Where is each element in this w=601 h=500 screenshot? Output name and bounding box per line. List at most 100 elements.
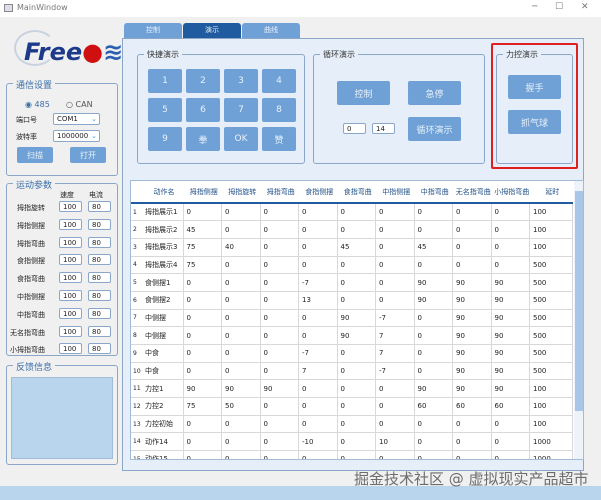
table-cell[interactable]: 0 xyxy=(298,397,338,416)
table-row[interactable]: 12 力控2 75 50 0 0 0 0 60 60 60 100 xyxy=(131,397,573,416)
current-input[interactable]: 80 xyxy=(88,343,111,355)
table-cell[interactable]: 0 xyxy=(298,379,338,399)
table-cell[interactable]: 90 xyxy=(491,362,530,381)
table-cell[interactable]: 0 xyxy=(260,273,299,292)
table-cell[interactable]: 0 xyxy=(337,344,376,363)
table-row[interactable]: 10 中食 0 0 0 7 0 -7 0 90 90 500 xyxy=(131,362,573,381)
table-row[interactable]: 13 力控初始 0 0 0 0 0 0 0 0 0 100 xyxy=(131,415,573,434)
table-cell[interactable]: 0 xyxy=(221,309,261,328)
table-row[interactable]: 6 食侧摆2 0 0 0 13 0 0 90 90 90 500 xyxy=(131,291,573,310)
table-cell[interactable]: 60 xyxy=(414,397,453,416)
table-cell[interactable]: 0 xyxy=(260,220,299,239)
table-cell[interactable]: 0 xyxy=(221,256,261,275)
table-cell[interactable]: 500 xyxy=(529,326,573,345)
tab-curve[interactable]: 曲线 xyxy=(242,23,300,38)
table-cell[interactable]: 0 xyxy=(491,256,530,275)
table-cell[interactable]: 0 xyxy=(260,203,299,222)
table-cell[interactable]: 0 xyxy=(260,397,299,416)
column-header[interactable]: 拇指旋转 xyxy=(221,181,260,204)
table-cell[interactable]: 500 xyxy=(529,344,573,363)
open-button[interactable]: 打开 xyxy=(70,147,106,163)
table-cell[interactable]: 0 xyxy=(452,238,492,257)
speed-input[interactable]: 100 xyxy=(59,201,82,212)
quick-demo-button[interactable]: OK xyxy=(224,127,258,151)
table-cell[interactable]: 0 xyxy=(298,220,338,239)
table-cell[interactable]: 0 xyxy=(260,344,299,363)
table-row[interactable]: 9 中食 0 0 0 -7 0 7 0 90 90 500 xyxy=(131,344,573,363)
table-cell[interactable]: 0 xyxy=(337,220,376,239)
table-cell[interactable]: 0 xyxy=(183,432,222,452)
table-cell[interactable]: 90 xyxy=(337,309,376,328)
table-cell[interactable]: 拇指展示2 xyxy=(142,220,184,239)
table-cell[interactable]: 90 xyxy=(452,291,492,310)
table-cell[interactable]: 7 xyxy=(298,362,338,381)
table-cell[interactable]: 100 xyxy=(529,238,573,257)
speed-input[interactable]: 100 xyxy=(59,254,82,266)
table-cell[interactable]: 0 xyxy=(337,450,376,459)
table-cell[interactable]: 90 xyxy=(452,326,492,345)
speed-input[interactable]: 100 xyxy=(59,218,82,230)
table-cell[interactable]: 中侧摆 xyxy=(142,326,184,345)
table-cell[interactable]: 75 xyxy=(183,238,222,257)
table-cell[interactable]: 0 xyxy=(375,450,415,459)
table-cell[interactable]: 0 xyxy=(260,362,299,381)
table-cell[interactable]: 力控2 xyxy=(142,397,184,416)
table-cell[interactable]: 0 xyxy=(183,450,222,459)
current-input[interactable]: 80 xyxy=(88,218,111,230)
column-header[interactable]: 小拇指弯曲 xyxy=(491,181,530,204)
table-cell[interactable]: 拇指展示4 xyxy=(142,256,184,275)
table-row[interactable]: 1 拇指展示1 0 0 0 0 0 0 0 0 0 100 xyxy=(131,203,573,222)
table-cell[interactable]: 90 xyxy=(221,379,261,399)
column-header[interactable]: 无名指弯曲 xyxy=(452,181,491,204)
table-cell[interactable]: 13 xyxy=(298,291,338,310)
table-cell[interactable]: 100 xyxy=(529,203,573,222)
table-cell[interactable]: 0 xyxy=(414,203,453,222)
feedback-textarea[interactable] xyxy=(11,377,113,459)
table-cell[interactable]: 0 xyxy=(414,309,453,328)
table-cell[interactable]: 0 xyxy=(414,344,453,363)
current-input[interactable]: 80 xyxy=(88,290,111,301)
table-cell[interactable]: 0 xyxy=(337,273,376,292)
table-cell[interactable]: 500 xyxy=(529,309,573,328)
table-row[interactable]: 8 中侧摆 0 0 0 0 90 7 0 90 90 500 xyxy=(131,326,573,345)
table-cell[interactable]: 0 xyxy=(221,326,261,345)
table-cell[interactable]: 0 xyxy=(183,362,222,381)
quick-demo-button[interactable]: 拳 xyxy=(186,127,220,151)
table-cell[interactable]: 食侧摆2 xyxy=(142,291,184,310)
speed-input[interactable]: 100 xyxy=(59,290,82,301)
table-cell[interactable]: 0 xyxy=(375,397,415,416)
tab-control[interactable]: 控制 xyxy=(124,23,182,38)
table-cell[interactable]: 0 xyxy=(260,309,299,328)
table-cell[interactable]: 0 xyxy=(260,415,299,434)
table-cell[interactable]: 食侧摆1 xyxy=(142,273,184,292)
table-cell[interactable]: 75 xyxy=(183,256,222,275)
table-cell[interactable]: 45 xyxy=(183,220,222,239)
table-cell[interactable]: 0 xyxy=(375,238,415,257)
table-cell[interactable]: 0 xyxy=(183,291,222,310)
table-cell[interactable]: 0 xyxy=(221,291,261,310)
current-input[interactable]: 80 xyxy=(88,201,111,212)
table-cell[interactable]: 0 xyxy=(491,450,530,459)
table-cell[interactable]: 90 xyxy=(491,309,530,328)
table-cell[interactable]: 0 xyxy=(183,344,222,363)
table-cell[interactable]: 0 xyxy=(375,291,415,310)
table-cell[interactable]: 0 xyxy=(221,344,261,363)
table-cell[interactable]: 0 xyxy=(375,273,415,292)
table-cell[interactable]: 0 xyxy=(375,256,415,275)
table-cell[interactable]: 中侧摆 xyxy=(142,309,184,328)
table-cell[interactable]: 90 xyxy=(452,273,492,292)
table-row[interactable]: 11 力控1 90 90 90 0 0 0 90 90 90 100 xyxy=(131,379,573,399)
table-cell[interactable]: 1000 xyxy=(529,432,573,452)
column-header[interactable]: 延时 xyxy=(529,181,572,204)
table-cell[interactable]: 0 xyxy=(298,450,338,459)
table-cell[interactable]: 0 xyxy=(337,291,376,310)
loop-demo-button[interactable]: 循环演示 xyxy=(408,117,461,141)
table-cell[interactable]: 7 xyxy=(375,344,415,363)
table-cell[interactable]: 中食 xyxy=(142,344,184,363)
current-input[interactable]: 80 xyxy=(88,254,111,266)
table-cell[interactable]: 0 xyxy=(337,203,376,222)
current-input[interactable]: 80 xyxy=(88,272,111,284)
quick-demo-button[interactable]: 2 xyxy=(186,69,220,93)
table-cell[interactable]: 0 xyxy=(414,362,453,381)
table-cell[interactable]: 0 xyxy=(337,432,376,452)
